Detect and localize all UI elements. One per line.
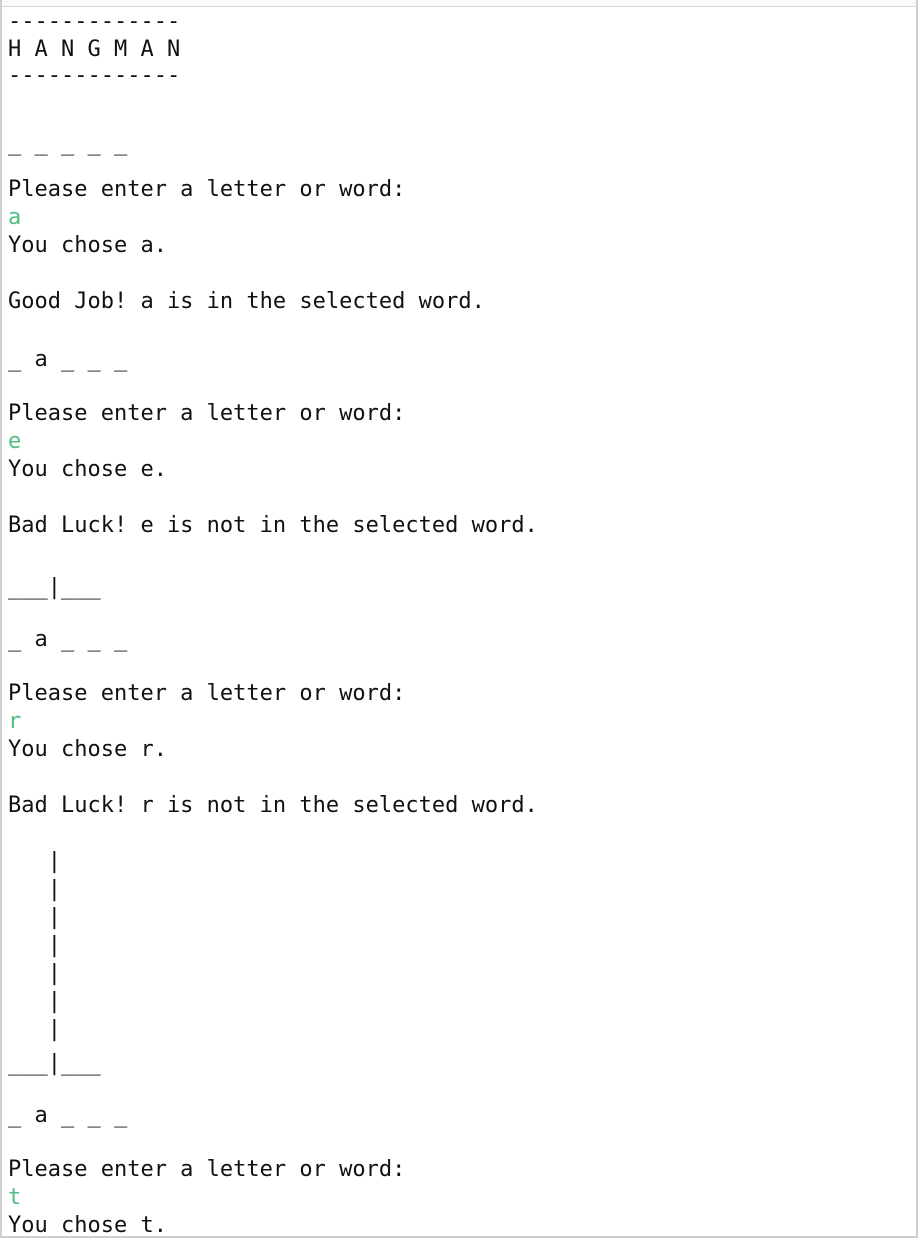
result-message: Good Job! a is in the selected word. (8, 289, 485, 314)
gallows-pole: | (8, 849, 61, 874)
choice-message: You chose e. (8, 457, 167, 482)
prompt-line: Please enter a letter or word: (8, 177, 406, 202)
user-input-echo: t (8, 1185, 22, 1210)
word-progress: _ a _ _ _ (8, 1103, 128, 1128)
result-message: Bad Luck! e is not in the selected word. (8, 513, 538, 538)
choice-message: You chose a. (8, 233, 167, 258)
title-rule-top: ------------- (8, 9, 181, 34)
word-progress: _ a _ _ _ (8, 627, 128, 652)
gallows-pole: | (8, 961, 61, 986)
console-output[interactable]: ------------- H A N G M A N ------------… (0, 0, 918, 1238)
word-progress: _ a _ _ _ (8, 347, 128, 372)
gallows-pole: | (8, 989, 61, 1014)
game-title: H A N G M A N (8, 37, 181, 62)
title-rule-bottom: ------------- (8, 63, 181, 88)
gallows-pole: | (8, 905, 61, 930)
user-input-echo: r (8, 709, 22, 734)
gallows-pole: | (8, 933, 61, 958)
user-input-echo: e (8, 429, 22, 454)
prompt-line: Please enter a letter or word: (8, 681, 406, 706)
result-message: Bad Luck! r is not in the selected word. (8, 793, 538, 818)
word-progress: _ _ _ _ _ (8, 131, 128, 156)
prompt-line: Please enter a letter or word: (8, 401, 406, 426)
gallows-pole: | (8, 877, 61, 902)
gallows-pole: | (8, 1017, 61, 1042)
user-input-echo: a (8, 205, 22, 230)
clipped-previous-output (2, 0, 916, 7)
prompt-line: Please enter a letter or word: (8, 1157, 406, 1182)
choice-message: You chose t. (8, 1213, 167, 1238)
gallows-base: ___|___ (8, 575, 101, 600)
gallows-base: ___|___ (8, 1051, 101, 1076)
choice-message: You chose r. (8, 737, 167, 762)
